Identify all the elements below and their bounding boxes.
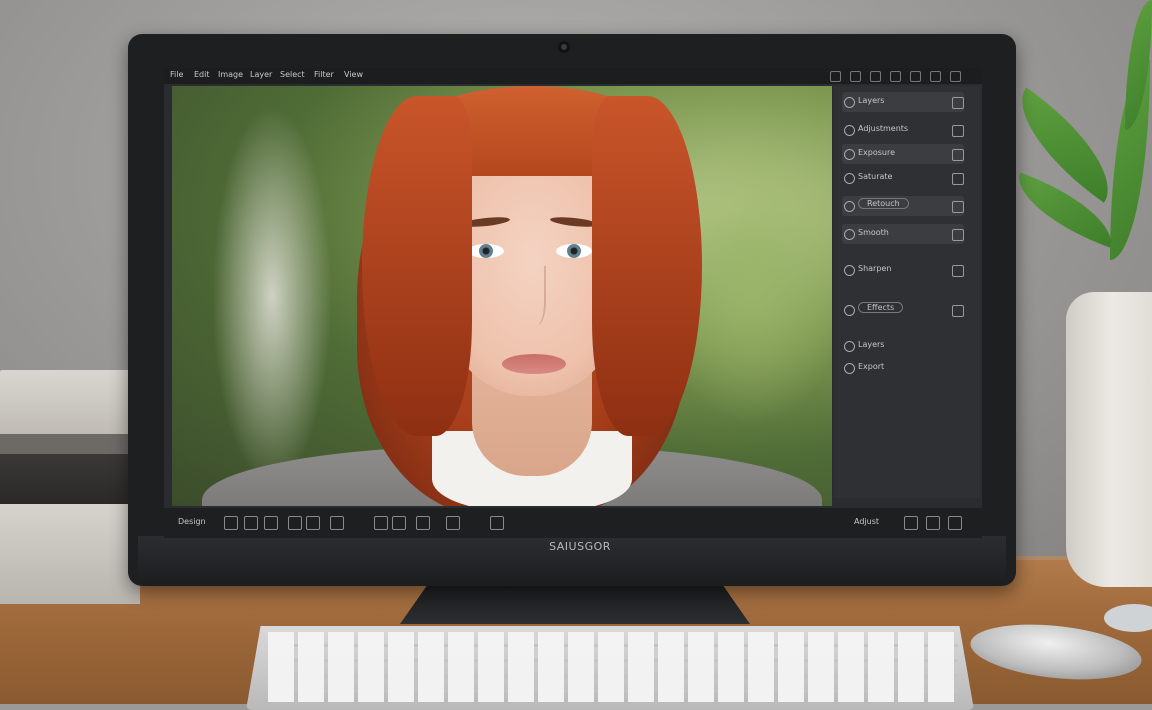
brush-icon[interactable] bbox=[264, 516, 278, 530]
nose bbox=[522, 266, 546, 326]
webcam-icon bbox=[558, 41, 570, 53]
panel-item[interactable]: Adjustments bbox=[842, 120, 964, 140]
menu-view[interactable]: View bbox=[344, 70, 363, 79]
plant-pot bbox=[1066, 292, 1152, 587]
menu-filter[interactable]: Filter bbox=[314, 70, 334, 79]
zoom-icon[interactable] bbox=[904, 516, 918, 530]
panel-item-label: Saturate bbox=[858, 172, 893, 181]
toggle-icon[interactable] bbox=[952, 201, 964, 213]
panel-item-field[interactable]: Effects bbox=[858, 302, 904, 313]
panel-header[interactable]: Layers bbox=[842, 92, 964, 112]
app-menubar: File Edit Image Layer Select Filter View bbox=[164, 68, 982, 84]
layers-icon bbox=[844, 341, 855, 352]
toggle-icon[interactable] bbox=[952, 229, 964, 241]
saturation-icon bbox=[844, 173, 855, 184]
lips bbox=[502, 354, 566, 374]
panel-item-label: Sharpen bbox=[858, 264, 892, 273]
menu-edit[interactable]: Edit bbox=[194, 70, 210, 79]
sharpen-icon bbox=[844, 265, 855, 276]
adjustments-panel: Layers Adjustments Exposure Saturate Ret… bbox=[834, 86, 980, 498]
book bbox=[0, 434, 138, 454]
menu-image[interactable]: Image bbox=[218, 70, 243, 79]
monitor-brand-label: SAIUSGOR bbox=[549, 540, 611, 553]
export-icon bbox=[844, 363, 855, 374]
mask-icon[interactable] bbox=[392, 516, 406, 530]
menu-file[interactable]: File bbox=[170, 70, 183, 79]
panel-item[interactable]: Sharpen bbox=[842, 260, 964, 280]
monitor-screen: File Edit Image Layer Select Filter View bbox=[164, 68, 982, 538]
toggle-icon[interactable] bbox=[952, 173, 964, 185]
history-icon[interactable] bbox=[416, 516, 430, 530]
layers-icon bbox=[844, 97, 855, 108]
eye bbox=[556, 244, 592, 258]
book bbox=[0, 370, 134, 440]
panel-item[interactable]: Retouch bbox=[842, 196, 964, 216]
panel-item-label: Exposure bbox=[858, 148, 896, 157]
smooth-icon bbox=[844, 229, 855, 240]
hair bbox=[592, 96, 702, 436]
layer-icon[interactable] bbox=[374, 516, 388, 530]
toolbar-label: Design bbox=[178, 517, 206, 526]
text-icon[interactable] bbox=[288, 516, 302, 530]
help-icon[interactable] bbox=[930, 71, 941, 82]
toggle-icon[interactable] bbox=[952, 265, 964, 277]
panel-item-label: Adjustments bbox=[858, 124, 909, 133]
crop-icon[interactable] bbox=[224, 516, 238, 530]
grid-icon[interactable] bbox=[244, 516, 258, 530]
panel-item[interactable]: Layers bbox=[842, 336, 964, 356]
share-icon[interactable] bbox=[890, 71, 901, 82]
settings-icon[interactable] bbox=[830, 71, 841, 82]
menu-select[interactable]: Select bbox=[280, 70, 305, 79]
image-icon[interactable] bbox=[306, 516, 320, 530]
exposure-icon bbox=[844, 149, 855, 160]
panel-item[interactable]: Saturate bbox=[842, 168, 964, 188]
panel-item[interactable]: Exposure bbox=[842, 144, 964, 164]
menu-layer[interactable]: Layer bbox=[250, 70, 272, 79]
grid-icon[interactable] bbox=[850, 71, 861, 82]
panel-item-label: Layers bbox=[858, 340, 885, 349]
close-icon[interactable] bbox=[950, 71, 961, 82]
book bbox=[0, 454, 136, 504]
adjust-icon bbox=[844, 125, 855, 136]
panel-item[interactable]: Effects bbox=[842, 300, 964, 320]
effects-icon bbox=[844, 305, 855, 316]
toggle-icon[interactable] bbox=[952, 125, 964, 137]
toggle-icon[interactable] bbox=[952, 149, 964, 161]
user-icon[interactable] bbox=[870, 71, 881, 82]
fullscreen-icon[interactable] bbox=[948, 516, 962, 530]
background-bokeh bbox=[212, 106, 332, 486]
fit-icon[interactable] bbox=[926, 516, 940, 530]
eye bbox=[468, 244, 504, 258]
book-stack bbox=[0, 370, 140, 610]
monitor-stand bbox=[400, 584, 750, 624]
panel-item-label: Export bbox=[858, 362, 885, 371]
menu-icon[interactable] bbox=[952, 97, 964, 109]
filter-icon[interactable] bbox=[330, 516, 344, 530]
book bbox=[0, 504, 140, 604]
bottom-toolbar: Design Adjust bbox=[164, 508, 982, 538]
toggle-icon[interactable] bbox=[952, 305, 964, 317]
hair bbox=[362, 96, 472, 436]
photo-canvas[interactable] bbox=[172, 86, 832, 506]
window-icon[interactable] bbox=[910, 71, 921, 82]
panel-item-field[interactable]: Retouch bbox=[858, 198, 909, 209]
export-icon[interactable] bbox=[446, 516, 460, 530]
panel-item[interactable]: Smooth bbox=[842, 224, 964, 244]
toolbar-label: Adjust bbox=[854, 517, 880, 526]
panel-item-label: Smooth bbox=[858, 228, 889, 237]
undo-icon[interactable] bbox=[490, 516, 504, 530]
retouch-icon bbox=[844, 201, 855, 212]
panel-item[interactable]: Export bbox=[842, 358, 964, 378]
panel-header-label: Layers bbox=[858, 96, 885, 105]
keyboard-keys bbox=[268, 632, 958, 702]
